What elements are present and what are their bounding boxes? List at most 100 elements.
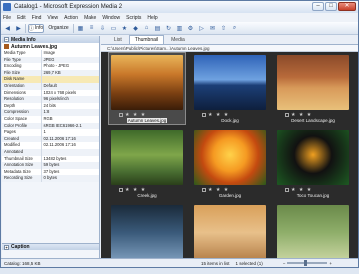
import-icon[interactable]: ⇩: [98, 24, 107, 33]
info-value[interactable]: Image: [41, 50, 99, 57]
info-value[interactable]: RGB: [41, 116, 99, 123]
menu-file[interactable]: File: [3, 15, 11, 21]
info-value[interactable]: 269,7 KB: [41, 70, 99, 77]
info-row[interactable]: Orientation Default: [2, 82, 99, 90]
info-value[interactable]: sRGB IEC61966-2.1: [41, 123, 99, 130]
maximize-button[interactable]: □: [325, 2, 337, 11]
thumbnail-cell[interactable]: ★ ★ ★ Desert Landscape.jpg: [275, 53, 351, 124]
select-checkbox[interactable]: [119, 187, 123, 192]
info-row[interactable]: Depth 24 bits: [2, 102, 99, 110]
folder-icon[interactable]: ▭: [109, 24, 118, 33]
media-info-header[interactable]: − Media Info: [2, 36, 99, 43]
select-checkbox[interactable]: [285, 112, 289, 117]
thumbnail-image[interactable]: [111, 130, 183, 185]
home-icon[interactable]: ⌂: [142, 24, 151, 33]
select-checkbox[interactable]: [202, 112, 206, 117]
thumbnail-image[interactable]: [194, 205, 266, 260]
menu-scripts[interactable]: Scripts: [126, 15, 141, 21]
search-icon[interactable]: ⌕: [230, 24, 239, 33]
gear-icon[interactable]: ⚙: [186, 24, 195, 33]
tab-list[interactable]: List: [109, 36, 127, 44]
zoom-out-icon[interactable]: −: [283, 261, 286, 266]
rotate-icon[interactable]: ↻: [164, 24, 173, 33]
info-row[interactable]: Media Type Image: [2, 50, 99, 57]
thumbnail-cell[interactable]: ★ ★ ★ Toco Toucan.jpg: [275, 128, 351, 199]
info-row[interactable]: Recording Size 0 bytes: [2, 175, 99, 182]
tab-thumbnail[interactable]: Thumbnail: [128, 35, 165, 44]
info-row[interactable]: File Size 269,7 KB: [2, 69, 99, 77]
info-value[interactable]: 96 pixels/inch: [41, 96, 99, 103]
title-bar[interactable]: Catalog1 - Microsoft Expression Media 2 …: [1, 1, 358, 13]
info-row[interactable]: Annotated: [2, 148, 99, 156]
slideshow-icon[interactable]: ▷: [197, 24, 206, 33]
info-row[interactable]: Pages 1: [2, 129, 99, 136]
thumbnail-cell[interactable]: ★ ★ ★ Garden.jpg: [192, 128, 268, 199]
collapse-icon[interactable]: −: [4, 37, 9, 42]
info-value[interactable]: 13482 bytes: [41, 156, 99, 163]
info-value[interactable]: 1: [41, 129, 99, 136]
tag-icon[interactable]: ◆: [131, 24, 140, 33]
info-value[interactable]: 37 bytes: [41, 169, 99, 176]
thumbnail-image[interactable]: [111, 55, 183, 110]
info-row[interactable]: Color Profile sRGB IEC61966-2.1: [2, 122, 99, 130]
info-row[interactable]: Disk Name: [2, 76, 99, 83]
info-row[interactable]: Thumbnail Size 13482 bytes: [2, 155, 99, 163]
info-value[interactable]: JPEG: [41, 57, 99, 64]
thumbnail-image[interactable]: [277, 55, 349, 110]
info-row[interactable]: File Type JPEG: [2, 56, 99, 64]
info-value[interactable]: 1024 x 768 pixels: [41, 90, 99, 97]
info-row[interactable]: Dimensions 1024 x 768 pixels: [2, 89, 99, 97]
grid-view-icon[interactable]: ▦: [76, 24, 85, 33]
info-row[interactable]: Metadata Size 37 bytes: [2, 168, 99, 176]
info-value[interactable]: [41, 76, 99, 83]
expand-icon[interactable]: +: [4, 244, 9, 250]
thumbnail-cell[interactable]: ★ ★ ★ Creek.jpg: [109, 128, 185, 199]
info-row[interactable]: Modified 02.11.2006 17:16: [2, 142, 99, 149]
thumbnail-cell[interactable]: ★ ★ ★ Autumn Leaves.jpg: [108, 52, 186, 125]
list-view-icon[interactable]: ≡: [87, 24, 96, 33]
menu-action[interactable]: Action: [64, 15, 78, 21]
star-icon[interactable]: ★: [120, 24, 129, 33]
print-icon[interactable]: ▤: [153, 24, 162, 33]
info-value[interactable]: 0 bytes: [41, 175, 99, 182]
info-value[interactable]: 02.11.2006 17:16: [41, 136, 99, 143]
info-row[interactable]: Resolution 96 pixels/inch: [2, 96, 99, 103]
thumbnail-image[interactable]: [277, 130, 349, 185]
select-checkbox[interactable]: [285, 187, 289, 192]
info-row[interactable]: Color Space RGB: [2, 115, 99, 123]
menu-edit[interactable]: Edit: [17, 15, 26, 21]
info-row[interactable]: Annotation Size 59 bytes: [2, 162, 99, 169]
chart-icon[interactable]: ▥: [175, 24, 184, 33]
thumbnail-cell[interactable]: ★ ★ ★ Dock.jpg: [192, 53, 268, 124]
organize-button[interactable]: Organize: [46, 24, 71, 33]
info-value[interactable]: Default: [41, 83, 99, 90]
info-value[interactable]: 02.11.2006 17:16: [41, 142, 99, 149]
info-value[interactable]: 24 bits: [41, 103, 99, 110]
back-icon[interactable]: ◀: [3, 24, 12, 33]
menu-make[interactable]: Make: [84, 15, 96, 21]
thumbnail-image[interactable]: [194, 130, 266, 185]
menu-help[interactable]: Help: [147, 15, 157, 21]
info-button[interactable]: ⓘ Info: [28, 23, 44, 33]
thumbnail-image[interactable]: [277, 205, 349, 260]
email-icon[interactable]: ✉: [208, 24, 217, 33]
info-row[interactable]: Compression 1:8: [2, 109, 99, 116]
select-checkbox[interactable]: [119, 112, 123, 117]
thumbnail-image[interactable]: [111, 205, 183, 260]
zoom-slider[interactable]: [287, 260, 328, 266]
info-value[interactable]: 59 bytes: [41, 162, 99, 169]
zoom-slider-thumb[interactable]: [304, 260, 308, 266]
select-checkbox[interactable]: [202, 187, 206, 192]
info-value[interactable]: [41, 149, 99, 156]
forward-icon[interactable]: ▶: [14, 24, 23, 33]
thumbnail-image[interactable]: [194, 55, 266, 110]
menu-view[interactable]: View: [47, 15, 58, 21]
info-row[interactable]: Created 02.11.2006 17:16: [2, 135, 99, 143]
info-value[interactable]: Photo - JPEG: [41, 63, 99, 70]
zoom-in-icon[interactable]: +: [329, 261, 332, 266]
menu-window[interactable]: Window: [102, 15, 120, 21]
export-icon[interactable]: ⇧: [219, 24, 228, 33]
minimize-button[interactable]: –: [312, 2, 324, 11]
caption-header[interactable]: + Caption: [2, 243, 99, 250]
close-button[interactable]: ✕: [338, 2, 356, 11]
